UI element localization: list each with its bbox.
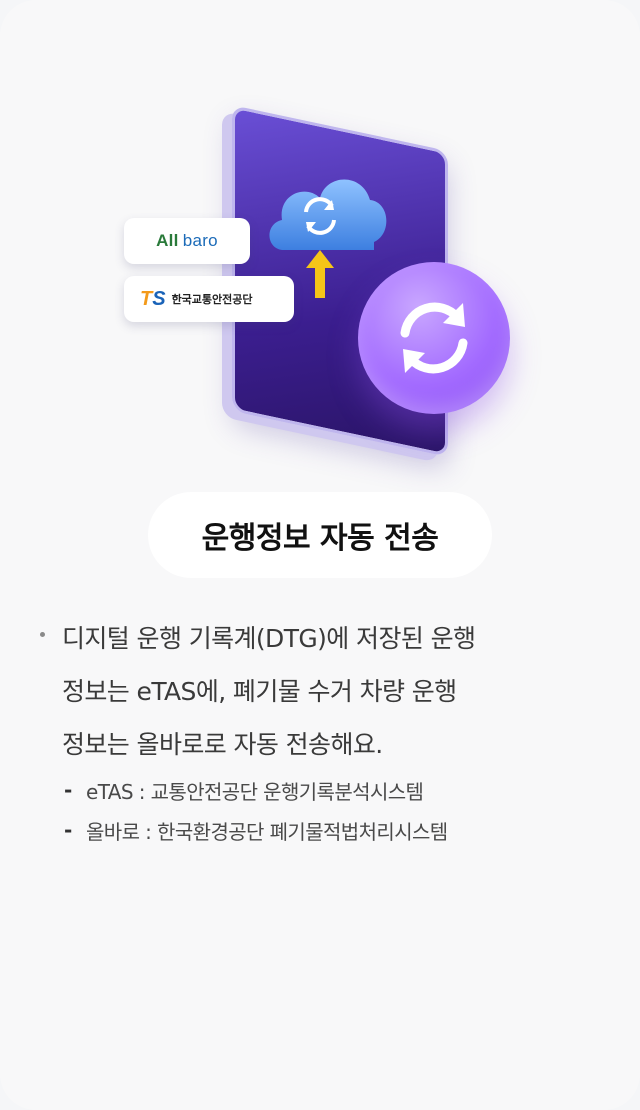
allbaro-logo-part1: All	[156, 231, 179, 250]
bullet-dot	[40, 632, 45, 637]
ts-logo: TS 한국교통안전공단	[124, 276, 294, 322]
ts-logo-name: 한국교통안전공단	[171, 293, 253, 306]
list-item: - 올바로 : 한국환경공단 폐기물적법처리시스템	[64, 810, 604, 850]
description-line: 디지털 운행 기록계(DTG)에 저장된 운행	[62, 624, 476, 653]
list-item-text: eTAS : 교통안전공단 운행기록분석시스템	[86, 779, 424, 804]
page-title: 운행정보 자동 전송	[201, 521, 439, 556]
description: 디지털 운행 기록계(DTG)에 저장된 운행 정보는 eTAS에, 폐기물 수…	[62, 612, 582, 771]
sync-badge	[358, 262, 510, 414]
ts-logo-mark-s: S	[152, 287, 166, 310]
ts-logo-mark-t: T	[140, 287, 153, 310]
list-dash: -	[64, 778, 72, 802]
feature-card: All baro TS 한국교통안전공단 운행정보 자동 전송 디지털 운행 기록…	[0, 0, 640, 1110]
list-item-text: 올바로 : 한국환경공단 폐기물적법처리시스템	[86, 819, 448, 844]
list-item: - eTAS : 교통안전공단 운행기록분석시스템	[64, 770, 604, 810]
allbaro-logo-part2: baro	[182, 231, 218, 250]
sub-list: - eTAS : 교통안전공단 운행기록분석시스템 - 올바로 : 한국환경공단…	[64, 770, 604, 850]
allbaro-logo: All baro	[124, 218, 250, 264]
title-pill: 운행정보 자동 전송	[148, 492, 492, 578]
description-line: 정보는 올바로로 자동 전송해요.	[62, 730, 383, 759]
arrow-up-icon	[306, 250, 334, 298]
illustration: All baro TS 한국교통안전공단	[0, 0, 640, 460]
sync-icon	[400, 302, 468, 374]
list-dash: -	[64, 818, 72, 842]
description-line: 정보는 eTAS에, 폐기물 수거 차량 운행	[62, 677, 457, 706]
